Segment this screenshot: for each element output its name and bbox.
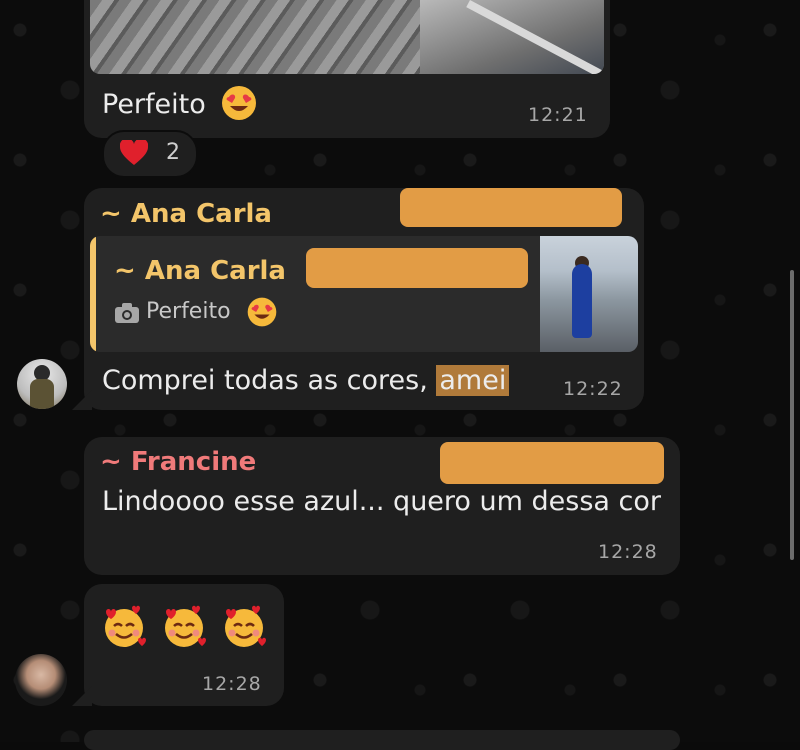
message-photo[interactable] [90, 0, 604, 74]
message-text-part: Comprei todas as cores, [102, 365, 437, 396]
emoji-row [100, 602, 268, 650]
message-timestamp: 12:28 [598, 541, 658, 563]
highlighted-word: amei [436, 365, 510, 396]
quoted-photo-thumbnail[interactable] [540, 236, 638, 352]
avatar-ana-carla[interactable] [17, 359, 67, 409]
sender-name[interactable]: ~ Ana Carla [100, 199, 272, 229]
heart-eyes-emoji-icon [222, 85, 257, 120]
avatar-body [30, 379, 54, 409]
smiling-face-with-hearts-icon [225, 605, 266, 647]
caption-text: Perfeito [102, 89, 206, 120]
scrollbar[interactable] [790, 270, 794, 560]
next-message-bubble[interactable] [84, 730, 680, 750]
reply-message-bubble[interactable]: ~ Ana Carla ~ Ana Carla Perfeito Comprei… [84, 188, 644, 410]
quote-stripe [90, 236, 96, 352]
heart-icon [120, 140, 148, 165]
reaction-count: 2 [166, 140, 180, 165]
text-message-bubble[interactable]: ~ Francine Lindoooo esse azul... quero u… [84, 437, 680, 575]
avatar-francine[interactable] [15, 654, 67, 706]
message-timestamp: 12:28 [202, 673, 262, 695]
reaction-pill[interactable]: 2 [102, 130, 198, 178]
quoted-sender: ~ Ana Carla [114, 256, 286, 286]
message-timestamp: 12:22 [563, 378, 623, 400]
message-text: Comprei todas as cores, amei [102, 360, 510, 401]
emoji-message-bubble[interactable]: 12:28 [84, 584, 284, 706]
smiling-face-with-hearts-icon [165, 605, 206, 647]
redacted-phone [306, 248, 528, 288]
image-caption: Perfeito [102, 84, 258, 125]
message-text: Lindoooo esse azul... quero um dessa cor [102, 486, 661, 517]
image-message-bubble[interactable]: Perfeito 12:21 [84, 0, 610, 138]
redacted-phone [440, 442, 664, 484]
redacted-phone [400, 188, 622, 227]
message-timestamp: 12:21 [528, 104, 588, 126]
quoted-text: Perfeito [146, 299, 231, 324]
heart-eyes-emoji-icon [247, 297, 277, 327]
sender-name[interactable]: ~ Francine [100, 447, 256, 477]
camera-icon [115, 303, 139, 323]
quoted-message[interactable]: ~ Ana Carla Perfeito [90, 236, 638, 352]
smiling-face-with-hearts-icon [105, 605, 146, 647]
thumbnail-person [572, 264, 592, 338]
